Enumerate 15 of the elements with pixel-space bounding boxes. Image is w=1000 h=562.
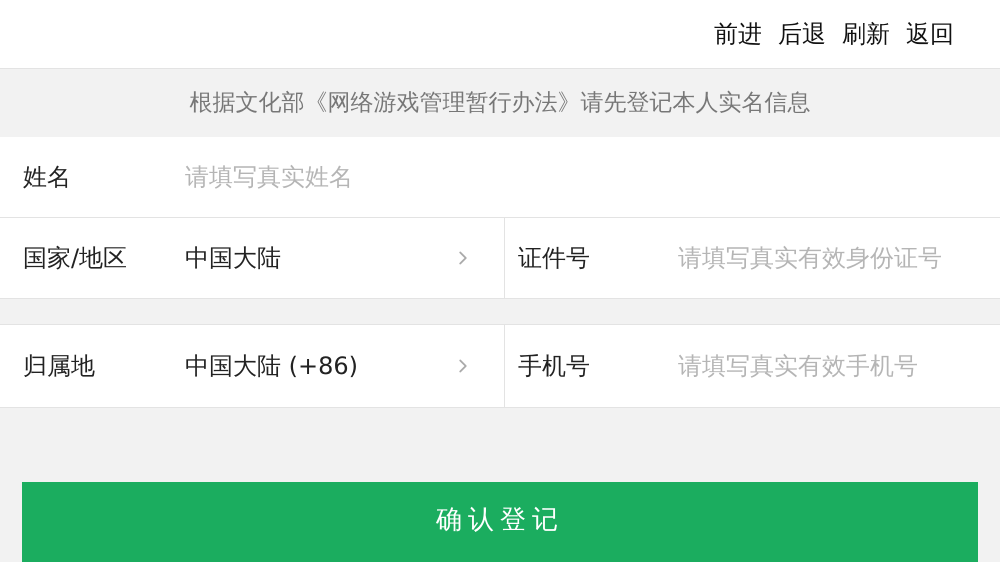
notice-text: 根据文化部《网络游戏管理暂行办法》请先登记本人实名信息 [190,88,810,118]
nav-link[interactable]: 返回 [906,16,954,52]
nav-link[interactable]: 后退 [778,16,826,52]
field-label: 证件号 [518,242,590,274]
field-label: 归属地 [23,351,96,382]
field-label: 手机号 [518,351,590,382]
nav-link[interactable]: 刷新 [842,16,890,52]
input-field[interactable]: 请填写真实有效手机号 [678,325,1000,408]
field-label: 国家/地区 [23,242,128,274]
region-select[interactable]: 中国大陆 (+86) [185,325,474,407]
input-field[interactable]: 请填写真实姓名 [185,137,1000,218]
nav-link[interactable]: 前进 [714,16,762,52]
field-label: 姓名 [23,162,71,193]
input-field[interactable]: 请填写真实有效身份证号 [678,218,1000,299]
region-select[interactable]: 中国大陆 [185,218,474,298]
